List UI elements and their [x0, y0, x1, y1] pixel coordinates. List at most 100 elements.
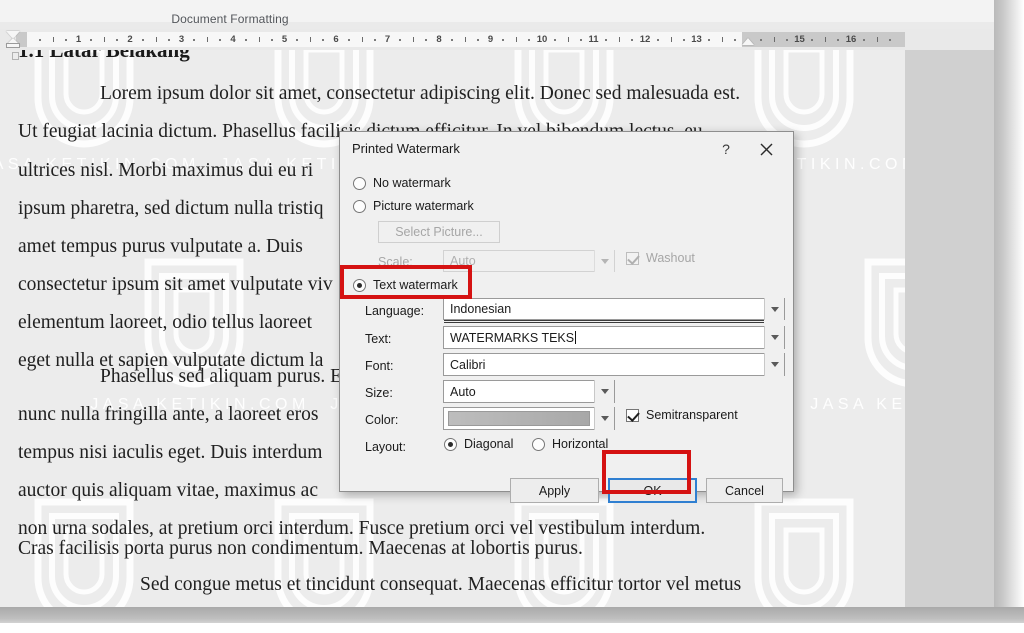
ruler-dot: [785, 39, 788, 41]
ruler-number: 10: [536, 34, 548, 45]
ruler-dot: [553, 39, 556, 41]
document-line: non urna sodales, at pretium orci interd…: [18, 518, 706, 539]
radio-text-watermark[interactable]: Text watermark: [353, 278, 458, 292]
radio-picture-watermark[interactable]: Picture watermark: [353, 199, 474, 213]
ruler-tick: [310, 37, 312, 42]
text-value: WATERMARKS TEKS: [450, 330, 575, 345]
document-line: Lorem ipsum dolor sit amet, consectetur …: [100, 83, 741, 104]
language-value: Indonesian: [450, 302, 512, 316]
radio-text-watermark-indicator[interactable]: [353, 278, 366, 292]
ruler-tick: [876, 37, 878, 42]
ruler-dot: [296, 39, 299, 41]
radio-no-watermark[interactable]: No watermark: [353, 176, 451, 190]
ruler-dot: [167, 39, 170, 41]
dialog-titlebar[interactable]: Printed Watermark ?: [340, 132, 793, 165]
ruler-dot: [347, 39, 350, 41]
washout-label: Washout: [646, 251, 695, 265]
chevron-down-icon[interactable]: [594, 380, 614, 403]
layout-label: Layout:: [365, 440, 407, 454]
radio-picture-watermark-label: Picture watermark: [373, 199, 474, 213]
color-swatch[interactable]: [448, 411, 590, 426]
close-icon[interactable]: [755, 139, 777, 159]
ruler-number: 4: [230, 34, 236, 45]
chevron-down-icon[interactable]: [594, 250, 614, 272]
document-heading: 1.1 Latar Belakang: [18, 50, 190, 62]
ruler-dot: [579, 39, 582, 41]
radio-layout-diagonal-indicator[interactable]: [444, 437, 457, 451]
scale-combobox[interactable]: Auto: [443, 250, 615, 272]
radio-picture-watermark-indicator[interactable]: [353, 199, 366, 213]
ruler-dot: [244, 39, 247, 41]
right-indent-marker[interactable]: [742, 38, 754, 45]
ruler-number: 12: [639, 34, 651, 45]
radio-layout-horizontal[interactable]: Horizontal: [532, 437, 608, 451]
ruler-dot: [219, 39, 222, 41]
ruler-tick: [567, 37, 569, 42]
ruler-dot: [116, 39, 119, 41]
ruler-dot: [708, 39, 711, 41]
radio-layout-diagonal[interactable]: Diagonal: [444, 437, 513, 451]
ruler-tick: [413, 37, 415, 42]
ruler-dot: [373, 39, 376, 41]
ruler-tick: [258, 37, 260, 42]
document-line: Cras facilisis porta purus non condiment…: [18, 538, 583, 559]
scale-label: Scale:: [378, 255, 413, 269]
ruler-dot: [605, 39, 608, 41]
ruler-number: 5: [281, 34, 288, 45]
radio-layout-horizontal-indicator[interactable]: [532, 437, 545, 451]
dialog-title: Printed Watermark: [352, 141, 460, 156]
cancel-button[interactable]: Cancel: [706, 478, 783, 503]
screenshot-root: Document Formatting 1 2 3 4 5 6 7 8 9 10 11 12 13 15 1…: [0, 0, 1024, 633]
font-combobox[interactable]: Calibri: [443, 353, 785, 376]
ruler-number: 16: [845, 34, 857, 45]
radio-text-watermark-label: Text watermark: [373, 278, 458, 292]
ruler-dot: [38, 39, 41, 41]
ruler-dot: [631, 39, 634, 41]
select-picture-button[interactable]: Select Picture...: [378, 221, 500, 243]
text-combobox[interactable]: WATERMARKS TEKS: [443, 326, 785, 349]
document-line: Sed congue metus et tincidunt consequat.…: [140, 574, 742, 595]
ruler-number: 13: [691, 34, 702, 45]
ruler-dot: [837, 39, 840, 41]
ruler-tick: [619, 37, 621, 42]
printed-watermark-dialog[interactable]: Printed Watermark ? No watermark Picture…: [339, 131, 794, 503]
color-label: Color:: [365, 413, 399, 427]
ruler-dot: [476, 39, 479, 41]
ruler-number: 1: [75, 34, 82, 45]
language-label: Language:: [365, 304, 425, 318]
horizontal-ruler[interactable]: 1 2 3 4 5 6 7 8 9 10 11 12 13 15 16: [0, 29, 995, 50]
scale-value: Auto: [450, 254, 476, 268]
chevron-down-icon[interactable]: [764, 298, 784, 320]
ribbon-strip: Document Formatting: [0, 0, 995, 29]
chevron-down-icon[interactable]: [764, 353, 784, 376]
help-icon[interactable]: ?: [715, 139, 737, 159]
ruler-number: 9: [487, 34, 494, 45]
chevron-down-icon[interactable]: [594, 407, 614, 430]
window-bottom-white: [0, 623, 1024, 633]
radio-no-watermark-indicator[interactable]: [353, 176, 366, 190]
ok-button[interactable]: OK: [608, 478, 697, 503]
semitransparent-checkbox[interactable]: [626, 408, 639, 422]
language-combobox[interactable]: Indonesian: [443, 298, 785, 320]
chevron-down-icon[interactable]: [764, 326, 784, 349]
ruler-dot: [759, 39, 762, 41]
ruler-dot: [888, 39, 891, 41]
window-right-edge: [994, 0, 1024, 633]
ruler-tick: [207, 37, 209, 42]
ruler-tick: [104, 37, 106, 42]
apply-button[interactable]: Apply: [510, 478, 599, 503]
ribbon-group-label: Document Formatting: [171, 12, 289, 26]
ruler-dot: [450, 39, 453, 41]
semitransparent-checkbox-row[interactable]: Semitransparent: [626, 408, 738, 422]
size-combobox[interactable]: Auto: [443, 380, 615, 403]
ruler-number: 15: [794, 34, 805, 45]
radio-layout-diagonal-label: Diagonal: [464, 437, 514, 451]
color-combobox[interactable]: [443, 407, 615, 430]
ruler-dot: [862, 39, 865, 41]
ruler-marks: 1 2 3 4 5 6 7 8 9 10 11 12 13 15 16: [0, 32, 995, 47]
radio-no-watermark-label: No watermark: [373, 176, 451, 190]
left-indent-marker[interactable]: [6, 43, 20, 48]
washout-checkbox[interactable]: [626, 251, 639, 265]
washout-checkbox-row[interactable]: Washout: [626, 251, 695, 265]
ruler-dot: [502, 39, 505, 41]
